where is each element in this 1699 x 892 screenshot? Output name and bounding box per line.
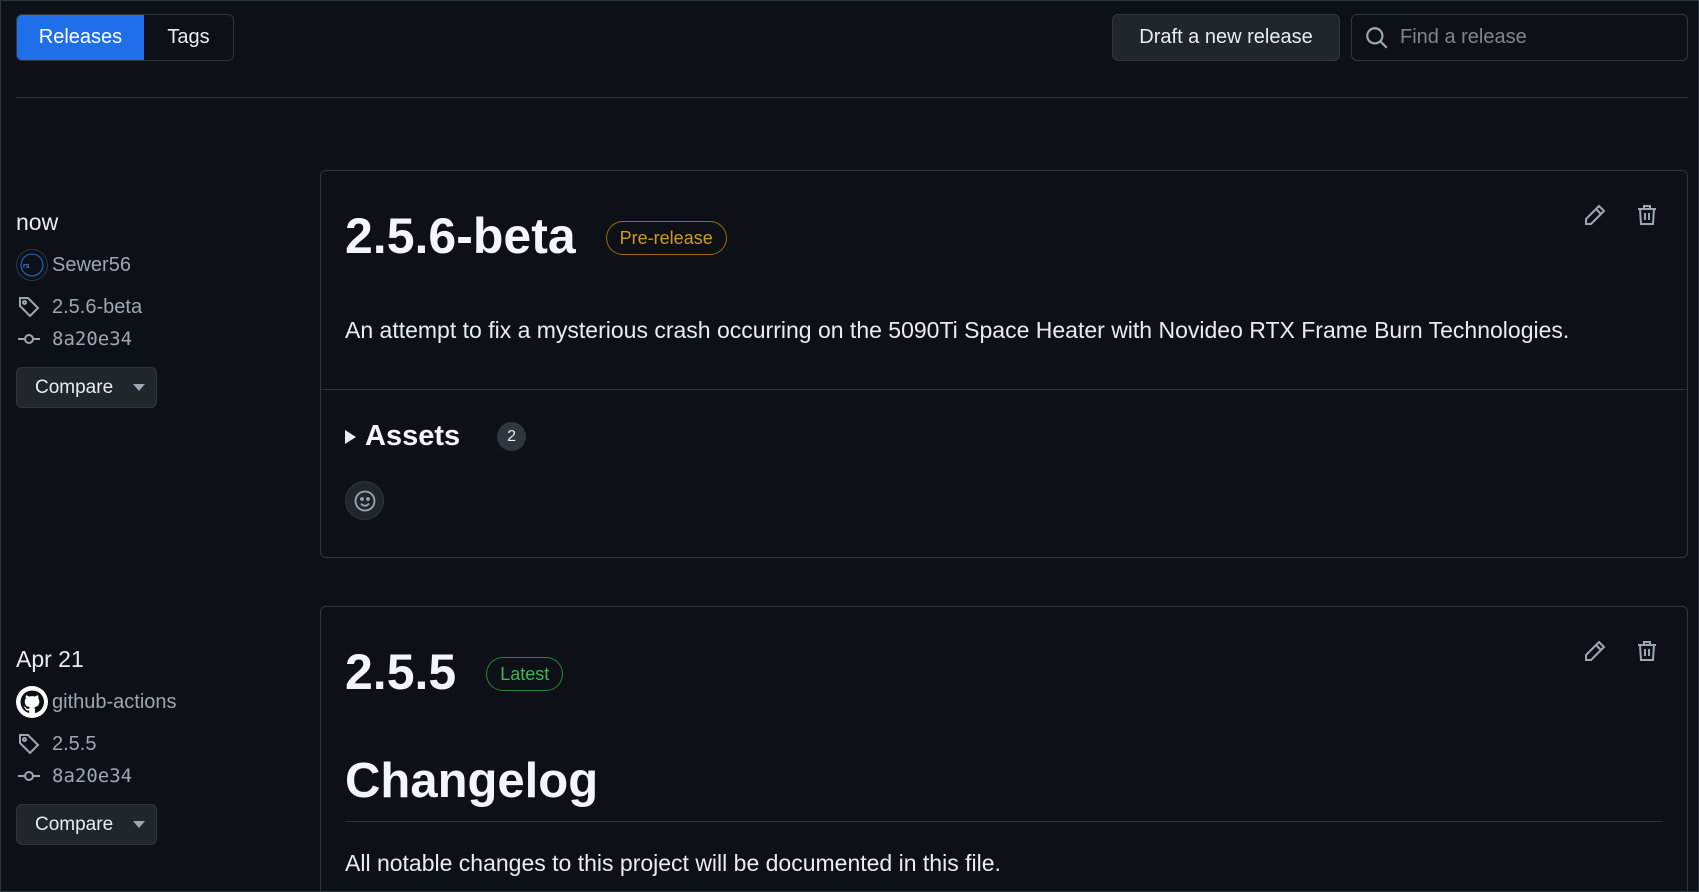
releases-page: Releases Tags Draft a new release now rs… [0,0,1699,892]
commit-row[interactable]: 8a20e34 [16,760,276,792]
compare-button[interactable]: Compare [16,804,157,845]
releases-tags-switch: Releases Tags [16,14,234,61]
release-meta: now rs Sewer56 2.5.6-beta 8a20e34 Compar… [16,209,276,408]
tab-releases[interactable]: Releases [17,15,144,60]
svg-text:rs: rs [23,262,30,270]
edit-pencil-icon[interactable] [1581,637,1609,665]
prerelease-badge: Pre-release [605,221,727,255]
release-description: All notable changes to this project will… [345,850,1001,876]
release-title[interactable]: 2.5.6-beta [345,207,576,265]
release-actions [1581,637,1661,665]
commit-icon [16,763,42,789]
assets-count-badge: 2 [497,422,527,451]
release-meta: Apr 21 github-actions 2.5.5 8a20e34 Comp… [16,646,276,845]
avatar[interactable]: rs [16,249,48,281]
draft-new-release-button[interactable]: Draft a new release [1112,14,1340,61]
latest-badge: Latest [486,657,564,691]
commit-row[interactable]: 8a20e34 [16,323,276,355]
author-row[interactable]: rs Sewer56 [16,249,276,281]
release-title[interactable]: 2.5.5 [345,643,456,701]
release-date: Apr 21 [16,646,84,672]
github-icon[interactable] [16,686,48,718]
release-card: 2.5.6-beta Pre-release An attempt to fix… [320,170,1688,558]
search-icon [1364,25,1390,51]
tag-icon [16,294,42,320]
tag-icon [16,731,42,757]
author-name[interactable]: Sewer56 [52,254,131,277]
add-reaction-button[interactable] [345,481,384,520]
header-divider [16,97,1688,98]
release-date: now [16,209,59,235]
delete-trash-icon[interactable] [1633,201,1661,229]
tag-row[interactable]: 2.5.5 [16,728,276,760]
expand-triangle-icon [345,429,356,444]
tag-name[interactable]: 2.5.6-beta [52,296,142,319]
search-input[interactable] [1400,26,1670,49]
author-row[interactable]: github-actions [16,686,276,718]
chevron-down-icon [133,821,146,828]
tag-row[interactable]: 2.5.6-beta [16,291,276,323]
tab-tags[interactable]: Tags [144,15,233,60]
commit-icon [16,326,42,352]
commit-hash[interactable]: 8a20e34 [52,765,132,787]
edit-pencil-icon[interactable] [1581,201,1609,229]
release-description: An attempt to fix a mysterious crash occ… [345,317,1570,343]
compare-button[interactable]: Compare [16,367,157,408]
toolbar: Releases Tags Draft a new release [16,14,1688,61]
assets-toggle[interactable]: Assets 2 [321,390,1687,453]
delete-trash-icon[interactable] [1633,637,1661,665]
chevron-down-icon [133,384,146,391]
tag-name[interactable]: 2.5.5 [52,733,96,756]
release-search[interactable] [1351,14,1688,61]
smiley-icon [354,490,375,511]
release-actions [1581,201,1661,229]
assets-label[interactable]: Assets [365,420,460,453]
compare-label: Compare [35,813,114,835]
author-name[interactable]: github-actions [52,691,177,714]
changelog-heading: Changelog [345,753,1663,822]
commit-hash[interactable]: 8a20e34 [52,328,132,350]
compare-label: Compare [35,376,114,398]
release-card: 2.5.5 Latest Changelog All notable chang… [320,606,1688,891]
